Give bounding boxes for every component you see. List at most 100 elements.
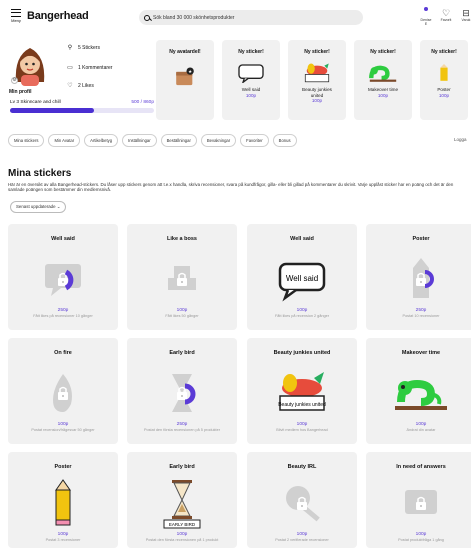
- tab-chip[interactable]: Mina stickers: [8, 134, 45, 147]
- featured-title: Ny avatardel!: [169, 49, 201, 55]
- sticker-points: 100p: [57, 532, 69, 537]
- menu-icon: [11, 9, 21, 17]
- sticker-title: Poster: [412, 236, 430, 242]
- page-title: Mina stickers: [8, 168, 72, 179]
- comment-icon: ▭: [67, 65, 73, 71]
- boss-sticker: [168, 266, 196, 290]
- sticker-title: Beauty junkies united: [273, 350, 331, 356]
- tab-chip[interactable]: Favoriter: [240, 134, 269, 147]
- featured-points: 100p: [245, 92, 257, 98]
- pencil-sticker: [55, 479, 71, 526]
- top-bar: Meny Bangerhead Sök bland 30 000 skönhet…: [0, 0, 471, 34]
- hourglass-sticker: [172, 374, 196, 412]
- sticker-points: 100p: [296, 532, 308, 537]
- sticker-description: Postat produktfråga 1 gång: [398, 538, 444, 542]
- tab-chip[interactable]: Inställningar: [122, 134, 157, 147]
- sticker-description: Postat recension/frågesvar 50 gånger: [31, 428, 95, 432]
- favorites-button[interactable]: ♡ Favorit: [439, 9, 453, 26]
- logo[interactable]: Bangerhead: [27, 10, 89, 22]
- sticker-title: Poster: [54, 464, 72, 470]
- gear-icon[interactable]: ⚙: [11, 77, 18, 84]
- featured-sticker[interactable]: Ny avatardel! ★: [156, 40, 214, 120]
- tab-chip[interactable]: Bevakningar: [200, 134, 237, 147]
- sticker-card[interactable]: Early bird 250p Postat den första recens…: [127, 338, 237, 444]
- heart-icon: ♡: [67, 83, 73, 89]
- featured-sticker[interactable]: Ny sticker! Poster 100p: [420, 40, 468, 120]
- chevron-down-icon: ⌄: [56, 204, 61, 209]
- level-points: 500 / 860p: [131, 100, 154, 105]
- sticker-card[interactable]: Beauty junkies united Beauty junkies uni…: [247, 338, 357, 444]
- sticker-icon: ⚲: [67, 45, 73, 51]
- level-progress-fill: [10, 108, 94, 113]
- sticker-points: 100p: [176, 532, 188, 537]
- featured-art: [288, 59, 346, 87]
- sticker-card[interactable]: Well said Well said 100p Fått likes på r…: [247, 224, 357, 330]
- sticker-points: 100p: [296, 308, 308, 313]
- level-row: Lv 3 Skinncare and chill 500 / 860p: [10, 100, 154, 105]
- sticker-card[interactable]: In need of answers 100p Postat produktfr…: [366, 452, 471, 548]
- featured-sticker[interactable]: Ny sticker! Beauty junkies united 100p: [288, 40, 346, 120]
- sticker-points: 250p: [57, 308, 69, 313]
- account-button[interactable]: Denise E: [419, 9, 433, 26]
- tab-chip[interactable]: Artikelbetyg: [84, 134, 119, 147]
- fire-sticker: [53, 374, 72, 412]
- sticker-description: Fått likes på recension 2 gånger: [274, 314, 330, 318]
- sticker-card[interactable]: Well said 250p Fått likes på recensioner…: [8, 224, 118, 330]
- cart-button[interactable]: ⊟ Varuk: [459, 9, 471, 26]
- sticker-card[interactable]: Like a boss 100p Fått likes 50 gånger: [127, 224, 237, 330]
- sticker-description: Fått likes 50 gånger: [165, 314, 199, 318]
- sticker-title: Makeover time: [401, 350, 441, 356]
- sort-select[interactable]: Senast uppdaterade ⌄: [10, 201, 67, 213]
- search-input[interactable]: Sök bland 30 000 skönhetsprodukter: [139, 10, 363, 25]
- sticker-card[interactable]: Early bird EARLY BIRD 100p Postat den fö…: [127, 452, 237, 548]
- sticker-description: Postat 2 verifierade recensioner: [275, 538, 329, 542]
- sticker-points: 100p: [176, 308, 188, 313]
- featured-points: 100p: [311, 98, 323, 103]
- tab-chip[interactable]: Bonus: [272, 134, 297, 147]
- sticker-card[interactable]: Makeover time 100p Ändrat din avatar: [366, 338, 471, 444]
- featured-art: [354, 59, 412, 87]
- sticker-card[interactable]: Poster 100p Postat 3 recensioner: [8, 452, 118, 548]
- logout-link[interactable]: Logga: [454, 137, 467, 142]
- level-progress-bar: [10, 108, 154, 113]
- question-sticker: [405, 490, 437, 514]
- sticker-description: Postat den första recensionen på 1 produ…: [145, 538, 219, 542]
- sticker-points: 100p: [415, 532, 427, 537]
- tab-chip[interactable]: Beställningar: [160, 134, 197, 147]
- sticker-title: Early bird: [169, 350, 195, 356]
- sticker-description: Fått likes på recensioner 10 gånger: [33, 314, 93, 318]
- stat-comments: ▭ 1 Kommentarer: [67, 64, 113, 72]
- mirror-sticker: [286, 486, 320, 522]
- svg-text:★: ★: [188, 69, 192, 74]
- featured-sticker[interactable]: Ny sticker! Well said 100p: [222, 40, 280, 120]
- section-description: Här är en översikt av alla Bangerhead-st…: [8, 182, 454, 193]
- sticker-points: 250p: [415, 308, 427, 313]
- profile-panel: ⚙ Min profil ⚲ 5 Stickers ▭ 1 Kommentarer …: [6, 40, 154, 120]
- featured-points: 100p: [377, 92, 389, 98]
- pencil-sticker: [413, 258, 434, 298]
- menu-button[interactable]: Meny: [8, 9, 24, 23]
- heart-icon: ♡: [441, 8, 451, 18]
- sticker-card[interactable]: Poster 250p Postat 10 recensioner: [366, 224, 471, 330]
- profile-name: Min profil: [9, 89, 32, 95]
- sticker-description: Blivit medlem hos Bangerhead: [276, 428, 328, 432]
- sticker-description: Ändrat din avatar: [406, 428, 436, 432]
- sticker-title: On fire: [54, 350, 72, 356]
- featured-sticker[interactable]: Ny sticker! Makeover time 100p: [354, 40, 412, 120]
- well-said-sticker: Well said: [278, 262, 326, 302]
- search-icon: [144, 14, 150, 21]
- sticker-title: Well said: [51, 236, 75, 242]
- sticker-points: 100p: [296, 422, 308, 427]
- sticker-card[interactable]: Beauty IRL 100p Postat 2 verifierade rec…: [247, 452, 357, 548]
- sticker-points: 100p: [415, 422, 427, 427]
- sticker-description: Postat 3 recensioner: [45, 538, 81, 542]
- tab-chip[interactable]: Min Avatar: [48, 134, 81, 147]
- featured-points: 100p: [438, 92, 450, 98]
- sticker-text: Well said: [286, 274, 318, 283]
- chameleon-sticker: [395, 379, 447, 410]
- featured-title: Ny sticker!: [431, 49, 457, 55]
- featured-title: Ny sticker!: [304, 49, 330, 55]
- level-label: Lv 3 Skinncare and chill: [10, 100, 61, 105]
- sticker-card[interactable]: On fire 100p Postat recension/frågesvar …: [8, 338, 118, 444]
- bag-icon: ⊟: [462, 8, 470, 18]
